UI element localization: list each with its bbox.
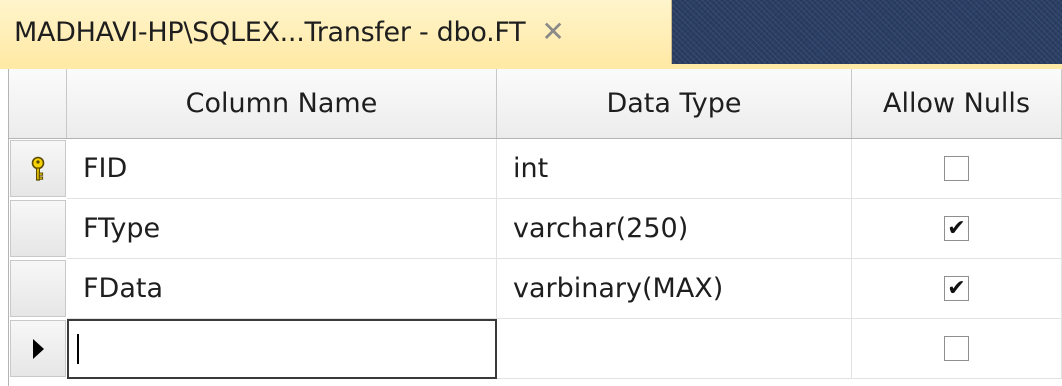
- document-tabstrip: MADHAVI-HP\SQLEX...Transfer - dbo.FT ✕: [0, 0, 1062, 68]
- data-type-cell[interactable]: varbinary(MAX): [497, 259, 852, 319]
- data-type-cell[interactable]: [497, 319, 852, 379]
- select-all-header[interactable]: [9, 69, 67, 138]
- allow-nulls-cell: [852, 319, 1062, 379]
- columns-grid: Column Name Data Type Allow Nulls FID in…: [8, 69, 1062, 386]
- column-name-cell[interactable]: FType: [67, 199, 497, 259]
- row-selector[interactable]: [10, 320, 66, 377]
- current-row-arrow-icon: [33, 338, 44, 359]
- column-name-input[interactable]: [67, 319, 497, 379]
- data-type-cell[interactable]: int: [497, 139, 852, 199]
- data-type-cell[interactable]: varchar(250): [497, 199, 852, 259]
- table-row[interactable]: FID int: [8, 139, 1062, 199]
- grid-header-row: Column Name Data Type Allow Nulls: [8, 69, 1062, 139]
- allow-nulls-cell: ✔: [852, 199, 1062, 259]
- column-name-cell[interactable]: FID: [67, 139, 497, 199]
- document-tab[interactable]: MADHAVI-HP\SQLEX...Transfer - dbo.FT ✕: [0, 0, 672, 64]
- allow-nulls-cell: ✔: [852, 259, 1062, 319]
- data-type-header[interactable]: Data Type: [497, 69, 852, 138]
- allow-nulls-header[interactable]: Allow Nulls: [852, 69, 1062, 138]
- row-selector[interactable]: [10, 200, 66, 257]
- row-selector[interactable]: [10, 140, 66, 197]
- close-icon[interactable]: ✕: [541, 18, 564, 46]
- allow-nulls-checkbox[interactable]: ✔: [944, 216, 969, 241]
- column-name-cell[interactable]: FData: [67, 259, 497, 319]
- table-row[interactable]: FData varbinary(MAX) ✔: [8, 259, 1062, 319]
- table-designer: MADHAVI-HP\SQLEX...Transfer - dbo.FT ✕ C…: [0, 0, 1062, 386]
- text-caret: [77, 333, 79, 364]
- allow-nulls-checkbox[interactable]: [944, 156, 969, 181]
- allow-nulls-checkbox[interactable]: [944, 336, 969, 361]
- allow-nulls-cell: [852, 139, 1062, 199]
- column-name-header[interactable]: Column Name: [67, 69, 497, 138]
- new-table-row[interactable]: [8, 319, 1062, 379]
- tab-title: MADHAVI-HP\SQLEX...Transfer - dbo.FT: [14, 16, 526, 48]
- table-row[interactable]: FType varchar(250) ✔: [8, 199, 1062, 259]
- allow-nulls-checkbox[interactable]: ✔: [944, 276, 969, 301]
- row-selector[interactable]: [10, 260, 66, 317]
- primary-key-icon: [31, 156, 45, 181]
